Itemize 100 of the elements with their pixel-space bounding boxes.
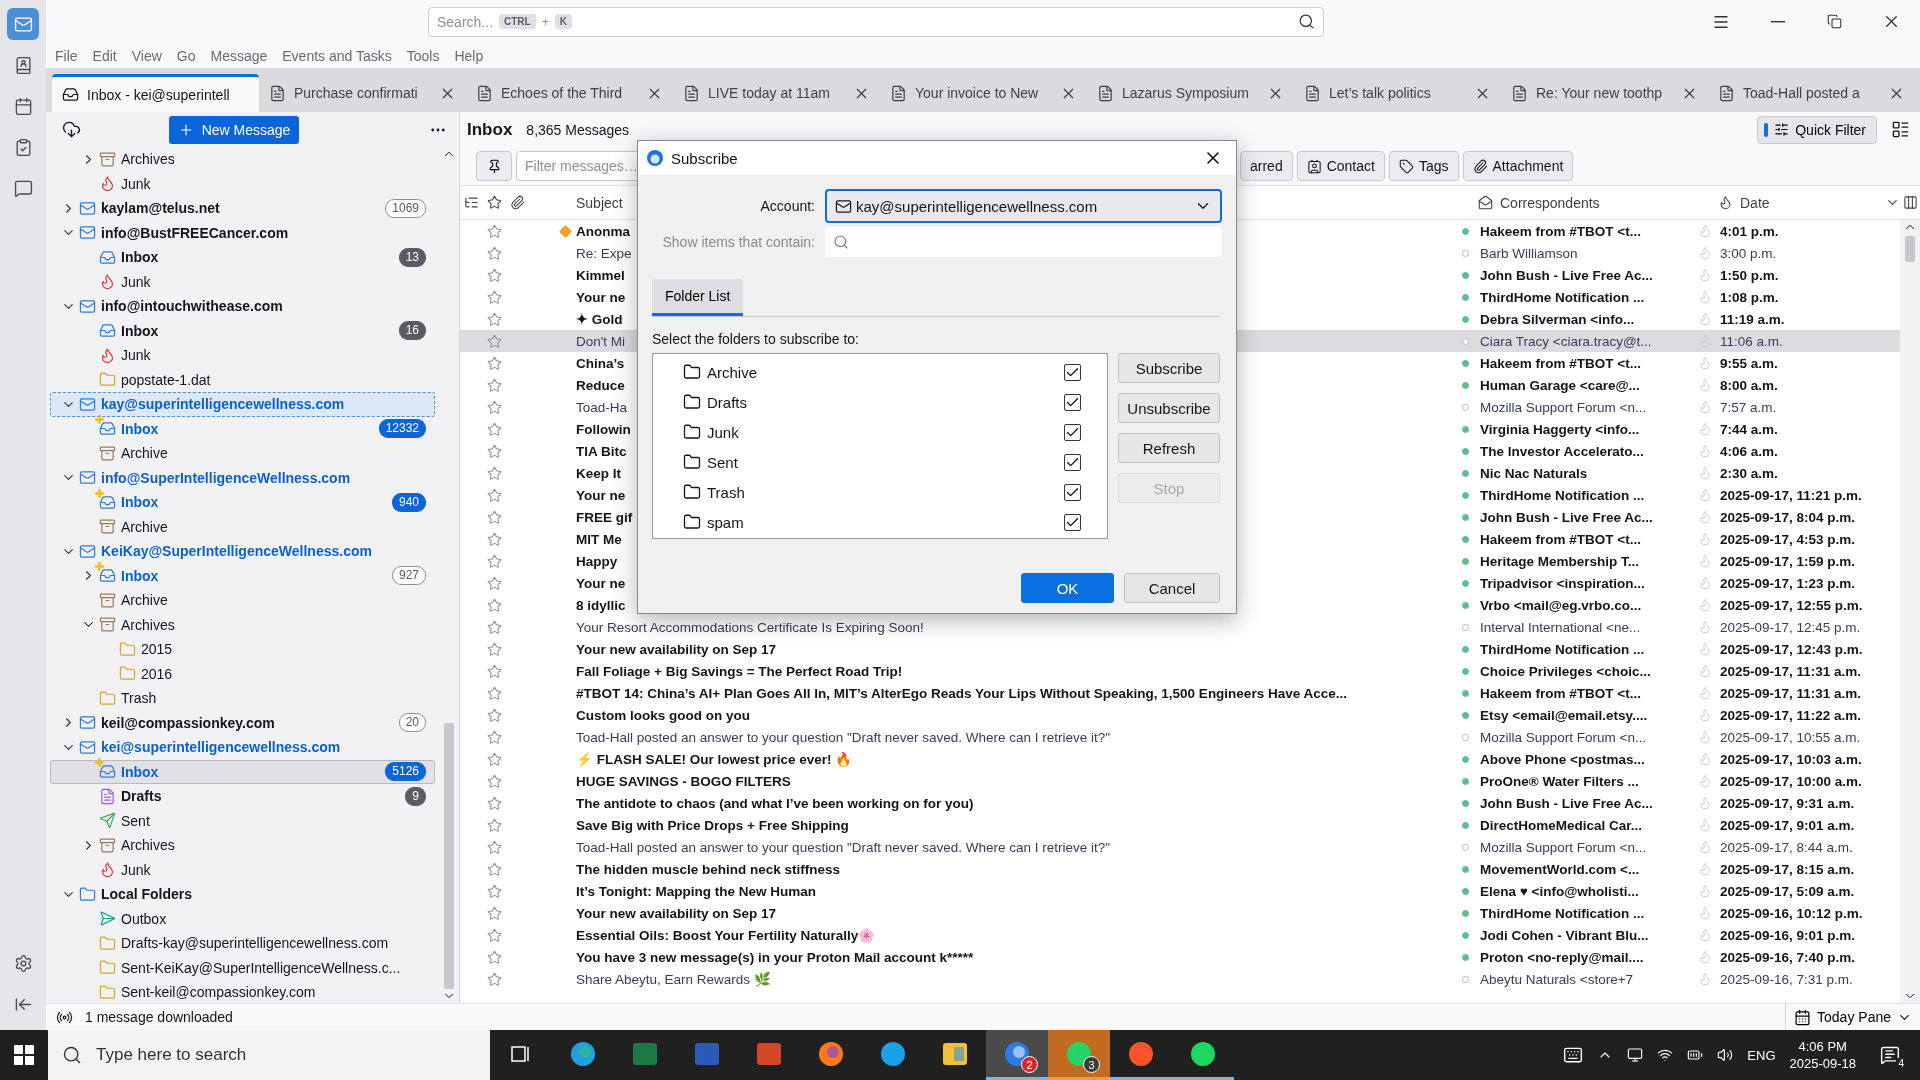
read-status-dot[interactable]	[1461, 953, 1469, 961]
star-icon[interactable]	[486, 245, 502, 261]
account-item[interactable]: keil@compassionkey.com 20	[50, 710, 435, 735]
paperclip-icon[interactable]	[509, 195, 525, 210]
folder-item[interactable]: 2015	[50, 637, 435, 662]
scrollbar-thumb[interactable]	[1905, 236, 1915, 262]
star-icon[interactable]	[486, 487, 502, 503]
layout-icon[interactable]	[1891, 120, 1910, 139]
account-dropdown[interactable]: kay@superintelligencewellness.com	[825, 189, 1222, 223]
read-status-dot[interactable]	[1461, 359, 1469, 367]
read-status-dot[interactable]	[1461, 315, 1469, 323]
read-status-dot[interactable]	[1461, 843, 1469, 851]
read-status-dot[interactable]	[1461, 667, 1469, 675]
star-icon[interactable]	[486, 751, 502, 767]
read-status-dot[interactable]	[1461, 579, 1469, 587]
read-status-dot[interactable]	[1461, 689, 1469, 697]
folder-item[interactable]: Inbox 927	[50, 563, 435, 588]
tab[interactable]: Re: Your new toothp	[1501, 74, 1708, 112]
read-status-dot[interactable]	[1461, 447, 1469, 455]
read-status-dot[interactable]	[1461, 513, 1469, 521]
read-status-dot[interactable]	[1461, 337, 1469, 345]
menu-item[interactable]: Events and Tasks	[282, 47, 392, 64]
read-status-dot[interactable]	[1461, 711, 1469, 719]
taskbar-app-button[interactable]: 2	[986, 1030, 1048, 1080]
read-status-dot[interactable]	[1461, 799, 1469, 807]
folder-item[interactable]: Trash	[50, 686, 435, 711]
star-icon[interactable]	[486, 641, 502, 657]
star-icon[interactable]	[486, 289, 502, 305]
checkbox[interactable]	[1064, 453, 1081, 471]
folder-item[interactable]: Inbox 16	[50, 318, 435, 343]
thread-icon[interactable]	[463, 195, 479, 210]
star-icon[interactable]	[486, 355, 502, 371]
folder-item[interactable]: Drafts 9	[50, 784, 435, 809]
read-status-dot[interactable]	[1461, 403, 1469, 411]
filter-button[interactable]: arred	[1240, 151, 1293, 181]
column-header[interactable]: Date	[1740, 194, 1900, 211]
menu-item[interactable]: Help	[454, 47, 484, 64]
star-icon[interactable]	[486, 927, 502, 943]
star-icon[interactable]	[486, 619, 502, 635]
menu-item[interactable]: Go	[176, 47, 196, 64]
search-field[interactable]	[825, 227, 1222, 257]
read-status-dot[interactable]	[1461, 271, 1469, 279]
star-icon[interactable]	[486, 663, 502, 679]
folder-item[interactable]: Inbox 5126	[50, 759, 435, 784]
read-status-dot[interactable]	[1461, 975, 1469, 983]
star-icon[interactable]	[486, 817, 502, 833]
read-status-dot[interactable]	[1461, 733, 1469, 741]
read-status-dot[interactable]	[1461, 381, 1469, 389]
taskbar-search-field[interactable]: Type here to search	[48, 1030, 490, 1080]
space-button[interactable]	[7, 8, 39, 40]
folder-item[interactable]: Sent	[50, 808, 435, 833]
star-icon[interactable]	[486, 553, 502, 569]
checkbox[interactable]	[1064, 513, 1081, 531]
tab[interactable]: Toad-Hall posted a	[1708, 74, 1915, 112]
read-status-dot[interactable]	[1461, 601, 1469, 609]
taskbar-app-button[interactable]: 3	[1048, 1030, 1110, 1080]
folder-item[interactable]: Inbox 12332	[50, 416, 435, 441]
folder-item[interactable]: Outbox	[50, 906, 435, 931]
folder-item[interactable]: Junk	[50, 343, 435, 368]
star-icon[interactable]	[486, 839, 502, 855]
read-status-dot[interactable]	[1461, 865, 1469, 873]
folder-item[interactable]: Archive	[50, 588, 435, 613]
star-icon[interactable]	[486, 531, 502, 547]
flame-icon[interactable]	[1717, 195, 1733, 210]
star-icon[interactable]	[486, 773, 502, 789]
folder-item[interactable]: Junk	[50, 857, 435, 882]
tab[interactable]: Folder List	[652, 279, 744, 316]
read-status-icon[interactable]	[1477, 195, 1493, 210]
star-icon[interactable]	[486, 707, 502, 723]
account-item[interactable]: kay@superintelligencewellness.com	[50, 392, 435, 417]
new-message-button[interactable]: New Message	[169, 115, 299, 144]
speaker-icon[interactable]	[1717, 1047, 1734, 1063]
tab[interactable]: Lazarus Symposium	[1087, 74, 1294, 112]
cloud-download-icon[interactable]	[62, 120, 81, 139]
star-icon[interactable]	[486, 443, 502, 459]
star-icon[interactable]	[486, 597, 502, 613]
star-icon[interactable]	[486, 465, 502, 481]
column-picker-icon[interactable]	[1902, 195, 1918, 210]
star-icon[interactable]	[486, 399, 502, 415]
read-status-dot[interactable]	[1461, 425, 1469, 433]
folder-item[interactable]: Drafts-kay@superintelligencewellness.com	[50, 931, 435, 956]
folder-item[interactable]: Archives	[50, 147, 435, 172]
folder-item[interactable]: Junk	[50, 171, 435, 196]
account-item[interactable]: info@intouchwithease.com	[50, 294, 435, 319]
read-status-dot[interactable]	[1461, 887, 1469, 895]
monitor-icon[interactable]	[1627, 1047, 1644, 1063]
star-icon[interactable]	[486, 377, 502, 393]
star-icon[interactable]	[486, 905, 502, 921]
battery-icon[interactable]	[1687, 1047, 1704, 1063]
ok-button[interactable]: OK	[1021, 573, 1114, 603]
read-status-dot[interactable]	[1461, 227, 1469, 235]
star-icon[interactable]	[486, 421, 502, 437]
star-icon[interactable]	[486, 333, 502, 349]
star-icon[interactable]	[486, 267, 502, 283]
star-icon[interactable]	[486, 195, 502, 210]
filter-button[interactable]: Contact	[1296, 151, 1385, 181]
star-icon[interactable]	[486, 575, 502, 591]
read-status-dot[interactable]	[1461, 469, 1469, 477]
filter-button[interactable]: Attachment	[1462, 151, 1574, 181]
cancel-button[interactable]: Cancel	[1124, 573, 1220, 603]
